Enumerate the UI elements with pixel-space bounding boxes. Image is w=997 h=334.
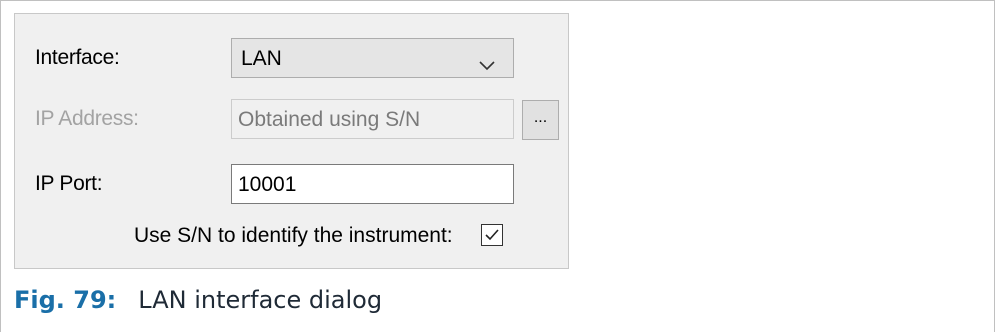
ip-address-label: IP Address:	[35, 107, 139, 130]
chevron-down-icon	[479, 53, 495, 71]
use-sn-checkbox[interactable]	[481, 224, 503, 246]
ip-address-value: Obtained using S/N	[238, 108, 421, 131]
ip-port-label: IP Port:	[35, 172, 103, 195]
check-icon	[485, 229, 499, 241]
interface-dropdown[interactable]: LAN	[231, 38, 514, 78]
ip-address-browse-button[interactable]: ...	[522, 100, 559, 140]
ip-port-value: 10001	[238, 173, 297, 196]
interface-label: Interface:	[35, 46, 120, 69]
use-sn-label: Use S/N to identify the instrument:	[134, 224, 453, 247]
ip-address-field: Obtained using S/N	[231, 99, 514, 139]
interface-selected-value: LAN	[241, 47, 282, 70]
figure-caption-text: LAN interface dialog	[138, 286, 383, 314]
lan-interface-dialog: Interface: LAN IP Address: Obtained usin…	[14, 13, 569, 269]
figure-number: Fig. 79:	[14, 286, 117, 314]
ip-port-field[interactable]: 10001	[231, 164, 514, 204]
figure-caption: Fig. 79: LAN interface dialog	[14, 286, 382, 314]
